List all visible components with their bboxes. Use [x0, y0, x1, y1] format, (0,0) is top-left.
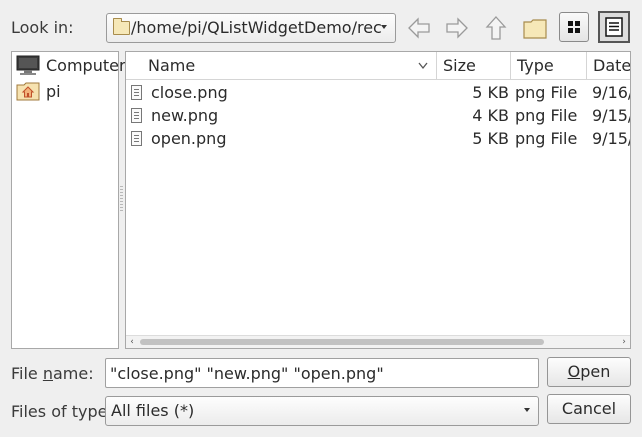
look-in-combo[interactable]: /home/pi/QListWidgetDemo/rec: [106, 13, 396, 43]
column-header-name[interactable]: Name: [142, 52, 437, 79]
file-list-header: Name Size Type Date: [126, 52, 630, 80]
new-folder-button[interactable]: [520, 13, 550, 43]
horizontal-scrollbar[interactable]: ‹ ›: [126, 335, 630, 348]
file-size-cell: 5 KB: [472, 83, 509, 102]
file-date-cell: 9/15/: [592, 106, 631, 125]
folder-icon: [113, 18, 130, 35]
arrow-up-icon: [485, 16, 507, 40]
detail-list-icon: [605, 17, 623, 37]
file-icon: [131, 108, 142, 123]
open-button[interactable]: Open: [547, 357, 631, 387]
chevron-down-icon: [381, 25, 387, 29]
splitter-handle[interactable]: [120, 186, 123, 212]
parent-directory-button[interactable]: [481, 13, 511, 43]
arrow-right-icon: [446, 17, 468, 39]
look-in-path: /home/pi/QListWidgetDemo/rec: [131, 18, 382, 37]
file-type-value: All files (*): [111, 401, 195, 420]
column-header-type[interactable]: Type: [511, 52, 587, 79]
list-view-button[interactable]: [559, 12, 589, 42]
column-header-size[interactable]: Size: [437, 52, 511, 79]
forward-button[interactable]: [442, 13, 472, 43]
sidebar-item-label: pi: [46, 82, 61, 101]
sort-indicator-icon: [418, 62, 428, 70]
file-name-cell: new.png: [151, 106, 219, 125]
table-row[interactable]: new.png 4 KB png File 9/15/: [126, 104, 630, 127]
file-size-cell: 5 KB: [472, 129, 509, 148]
file-date-cell: 9/16/: [592, 83, 631, 102]
file-icon: [131, 131, 142, 146]
file-name-cell: close.png: [151, 83, 228, 102]
sidebar: Computer pi: [11, 51, 126, 349]
file-name-value: "close.png" "new.png" "open.png": [110, 364, 384, 383]
file-type-cell: png File: [515, 106, 578, 125]
scrollbar-thumb[interactable]: [140, 339, 544, 345]
table-row[interactable]: open.png 5 KB png File 9/15/: [126, 127, 630, 150]
grid-icon: [568, 21, 580, 33]
look-in-label: Look in:: [11, 18, 74, 37]
file-name-label: File name:: [11, 364, 94, 383]
cancel-button[interactable]: Cancel: [547, 394, 631, 424]
home-folder-icon: [16, 82, 40, 101]
scroll-left-icon[interactable]: ‹: [126, 336, 138, 348]
scroll-right-icon[interactable]: ›: [618, 336, 630, 348]
file-type-combo[interactable]: All files (*): [105, 396, 539, 426]
back-button[interactable]: [404, 13, 434, 43]
file-name-input[interactable]: "close.png" "new.png" "open.png": [105, 358, 539, 388]
detail-view-button[interactable]: [598, 11, 630, 43]
file-type-label: Files of type:: [11, 402, 113, 421]
column-header-date[interactable]: Date: [587, 52, 630, 79]
file-list: Name Size Type Date close.png 5 KB png F…: [125, 51, 631, 349]
new-folder-icon: [523, 19, 547, 39]
computer-icon: [16, 55, 40, 75]
file-name-cell: open.png: [151, 129, 227, 148]
file-type-cell: png File: [515, 129, 578, 148]
chevron-down-icon: [524, 408, 530, 412]
file-type-cell: png File: [515, 83, 578, 102]
arrow-left-icon: [408, 17, 430, 39]
sidebar-item-label: Computer: [46, 56, 126, 75]
file-size-cell: 4 KB: [472, 106, 509, 125]
file-date-cell: 9/15/: [592, 129, 631, 148]
file-icon: [131, 85, 142, 100]
table-row[interactable]: close.png 5 KB png File 9/16/: [126, 81, 630, 104]
